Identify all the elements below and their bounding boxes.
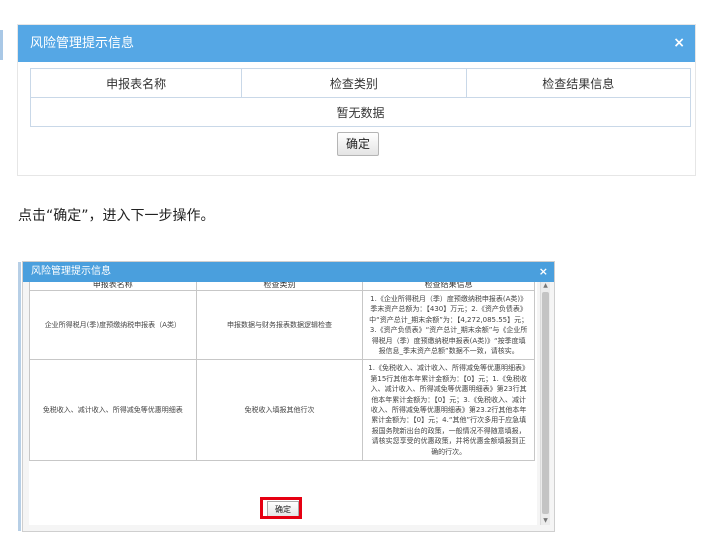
column-header-check-result: 检查结果信息 — [465, 68, 692, 98]
check-category-cell: 免税收入填报其他行次 — [195, 359, 364, 462]
close-icon[interactable]: × — [539, 262, 548, 282]
confirm-button[interactable]: 确定 — [337, 132, 379, 156]
vertical-scrollbar[interactable]: ▲ ▼ — [540, 282, 550, 525]
risk-table: 申报表名称 检查类别 检查结果信息 企业所得税月(季)度预缴纳税申报表（A类） … — [29, 282, 535, 462]
column-header-form-name: 申报表名称 — [29, 282, 197, 291]
dialog-title: 风险管理提示信息 — [31, 266, 111, 277]
scroll-up-icon[interactable]: ▲ — [541, 282, 550, 290]
dialog-title: 风险管理提示信息 — [30, 36, 135, 51]
scroll-down-icon[interactable]: ▼ — [541, 517, 550, 525]
table-header-row: 申报表名称 检查类别 检查结果信息 — [29, 282, 535, 291]
table-row: 暂无数据 — [30, 97, 691, 127]
column-header-check-category: 检查类别 — [241, 68, 467, 98]
check-result-cell: 1.《免税收入、减计收入、所得减免等优惠明细表》第15行其他本年累计金额为：【0… — [362, 359, 535, 462]
check-category-cell: 申报数据与财务报表数据逻辑检查 — [195, 289, 364, 361]
risk-table: 申报表名称 检查类别 检查结果信息 暂无数据 — [29, 68, 692, 127]
table-header-row: 申报表名称 检查类别 检查结果信息 — [29, 68, 692, 98]
form-name-cell: 企业所得税月(季)度预缴纳税申报表（A类） — [29, 289, 197, 361]
scrollbar-thumb[interactable] — [542, 292, 549, 514]
background-window-edge — [18, 262, 21, 531]
background-window-edge — [0, 30, 3, 60]
dialog-titlebar: 风险管理提示信息 × — [23, 262, 554, 282]
column-header-check-result: 检查结果信息 — [362, 282, 535, 291]
table-row: 企业所得税月(季)度预缴纳税申报表（A类） 申报数据与财务报表数据逻辑检查 1.… — [29, 289, 535, 361]
column-header-form-name: 申报表名称 — [29, 68, 243, 98]
instruction-text: 点击“确定”，进入下一步操作。 — [18, 208, 215, 224]
highlight-box — [260, 497, 302, 519]
dialog-titlebar: 风险管理提示信息 × — [18, 25, 695, 62]
form-name-cell: 免税收入、减计收入、所得减免等优惠明细表 — [29, 359, 197, 462]
empty-data-text: 暂无数据 — [30, 97, 691, 127]
dialog-content: 申报表名称 检查类别 检查结果信息 企业所得税月(季)度预缴纳税申报表（A类） … — [29, 282, 537, 525]
check-result-cell: 1.《企业所得税月（季）度预缴纳税申报表(A类)》季末资产总额为：【430】万元… — [362, 289, 535, 361]
close-icon[interactable]: × — [673, 25, 685, 62]
table-row: 免税收入、减计收入、所得减免等优惠明细表 免税收入填报其他行次 1.《免税收入、… — [29, 359, 535, 462]
risk-dialog-with-results: 风险管理提示信息 × 申报表名称 检查类别 检查结果信息 企业所得税月(季)度预… — [23, 262, 554, 531]
risk-dialog-empty: 风险管理提示信息 × 申报表名称 检查类别 检查结果信息 暂无数据 确定 — [18, 25, 695, 175]
column-header-check-category: 检查类别 — [195, 282, 364, 291]
